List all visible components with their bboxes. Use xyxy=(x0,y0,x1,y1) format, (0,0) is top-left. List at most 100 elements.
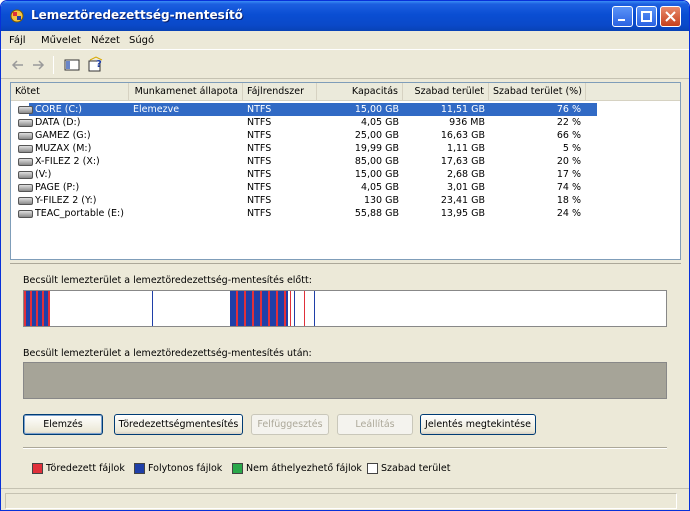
pause-button[interactable]: Felfüggesztés xyxy=(251,414,329,435)
volume-free-percent: 76 % xyxy=(556,104,581,115)
volume-status xyxy=(133,142,243,155)
status-bar xyxy=(1,488,689,510)
col-volume[interactable]: Kötet xyxy=(11,83,129,101)
volume-row[interactable]: MUZAX (M:) NTFS 19,99 GB 1,11 GB 5 % xyxy=(11,142,680,155)
unmovable-legend-swatch xyxy=(232,463,243,474)
show-hide-console-tree-icon[interactable] xyxy=(63,56,81,74)
volume-free-percent: 24 % xyxy=(556,208,581,219)
before-label: Becsült lemezterület a lemeztöredezettsé… xyxy=(23,275,312,286)
volume-name: X-FILEZ 2 (X:) xyxy=(35,156,100,167)
fragment-stripe xyxy=(286,291,288,326)
volume-free-percent: 74 % xyxy=(556,182,581,193)
volume-name: GAMEZ (G:) xyxy=(35,130,91,141)
volume-capacity: 15,00 GB xyxy=(354,169,399,180)
free-space-legend-swatch xyxy=(367,463,378,474)
toolbar-separator xyxy=(53,56,54,74)
col-filesystem[interactable]: Fájlrendszer xyxy=(243,83,317,101)
before-fragmentation-bar xyxy=(23,290,667,327)
contiguous-legend-label: Folytonos fájlok xyxy=(148,463,223,474)
volume-name: CORE (C:) xyxy=(35,104,82,115)
back-arrow-icon[interactable] xyxy=(9,56,27,74)
volume-capacity: 55,88 GB xyxy=(354,208,399,219)
volume-status xyxy=(133,168,243,181)
forward-arrow-icon[interactable] xyxy=(29,56,47,74)
volume-filesystem: NTFS xyxy=(247,169,272,180)
defrag-app-icon xyxy=(10,9,24,23)
volume-status xyxy=(133,207,243,220)
volume-name: (V:) xyxy=(35,169,52,180)
volume-free-space: 13,95 GB xyxy=(440,208,485,219)
volume-status xyxy=(133,129,243,142)
col-free-percent[interactable]: Szabad terület (%) xyxy=(489,83,586,101)
volume-filesystem: NTFS xyxy=(247,208,272,219)
fragment-stripe xyxy=(290,291,291,326)
volume-row[interactable]: X-FILEZ 2 (X:) NTFS 85,00 GB 17,63 GB 20 % xyxy=(11,155,680,168)
drive-icon xyxy=(18,106,33,114)
volume-free-percent: 20 % xyxy=(556,156,581,167)
fragment-stripe xyxy=(48,291,50,326)
volume-capacity: 4,05 GB xyxy=(360,117,399,128)
menu-view[interactable]: Nézet xyxy=(91,35,120,46)
menu-file[interactable]: Fájl xyxy=(9,35,26,46)
unmovable-legend-label: Nem áthelyezhető fájlok xyxy=(246,463,362,474)
volume-row[interactable]: GAMEZ (G:) NTFS 25,00 GB 16,63 GB 66 % xyxy=(11,129,680,142)
volume-status xyxy=(133,194,243,207)
drive-icon xyxy=(18,145,33,153)
fragment-stripe xyxy=(304,291,305,326)
volume-name: PAGE (P:) xyxy=(35,182,80,193)
volume-row[interactable]: CORE (C:) Elemezve NTFS 15,00 GB 11,51 GB 76 … xyxy=(11,103,680,116)
fragmented-legend-swatch xyxy=(32,463,43,474)
volume-capacity: 25,00 GB xyxy=(354,130,399,141)
volume-free-space: 11,51 GB xyxy=(440,104,485,115)
volume-list-header: Kötet Munkamenet állapota Fájlrendszer K… xyxy=(11,83,680,101)
fragment-stripe xyxy=(152,291,153,326)
volume-row[interactable]: DATA (D:) NTFS 4,05 GB 936 MB 22 % xyxy=(11,116,680,129)
toolbar: ? xyxy=(1,51,689,79)
col-session-status[interactable]: Munkamenet állapota xyxy=(129,83,243,101)
legend-separator xyxy=(23,447,667,449)
view-report-button[interactable]: Jelentés megtekintése xyxy=(420,414,536,435)
volume-filesystem: NTFS xyxy=(247,195,272,206)
volume-list[interactable]: Kötet Munkamenet állapota Fájlrendszer K… xyxy=(10,82,681,260)
menu-bar: Fájl Művelet Nézet Súgó xyxy=(1,32,689,50)
volume-filesystem: NTFS xyxy=(247,104,272,115)
volume-free-space: 23,41 GB xyxy=(440,195,485,206)
drive-icon xyxy=(18,210,33,218)
analyze-button[interactable]: Elemzés xyxy=(23,414,103,435)
volume-free-space: 2,68 GB xyxy=(446,169,485,180)
after-fragmentation-bar xyxy=(23,362,667,399)
volume-name: DATA (D:) xyxy=(35,117,81,128)
menu-action[interactable]: Művelet xyxy=(41,35,81,46)
menu-help[interactable]: Súgó xyxy=(129,35,154,46)
title-bar[interactable]: Lemeztöredezettség-mentesítő xyxy=(1,1,689,31)
help-properties-icon[interactable]: ? xyxy=(87,56,105,74)
volume-status xyxy=(133,181,243,194)
stop-button[interactable]: Leállítás xyxy=(337,414,413,435)
volume-free-space: 3,01 GB xyxy=(446,182,485,193)
volume-free-percent: 5 % xyxy=(562,143,581,154)
volume-filesystem: NTFS xyxy=(247,182,272,193)
col-capacity[interactable]: Kapacitás xyxy=(317,83,403,101)
defragment-button[interactable]: Töredezettségmentesítés xyxy=(114,414,243,435)
volume-name: TEAC_portable (E:) xyxy=(35,208,124,219)
volume-status xyxy=(133,155,243,168)
defrag-window: Lemeztöredezettség-mentesítő Fájl Művele… xyxy=(0,0,690,511)
volume-row[interactable]: Y-FILEZ 2 (Y:) NTFS 130 GB 23,41 GB 18 % xyxy=(11,194,680,207)
volume-row[interactable]: (V:) NTFS 15,00 GB 2,68 GB 17 % xyxy=(11,168,680,181)
fragment-stripe xyxy=(314,291,315,326)
maximize-button[interactable] xyxy=(636,6,657,27)
volume-free-space: 16,63 GB xyxy=(440,130,485,141)
volume-row[interactable]: TEAC_portable (E:) NTFS 55,88 GB 13,95 GB 24… xyxy=(11,207,680,220)
col-free-space[interactable]: Szabad terület xyxy=(403,83,489,101)
close-button[interactable] xyxy=(660,6,681,27)
minimize-button[interactable] xyxy=(612,6,633,27)
volume-capacity: 15,00 GB xyxy=(354,104,399,115)
drive-icon xyxy=(18,184,33,192)
window-title: Lemeztöredezettség-mentesítő xyxy=(31,8,243,22)
volume-free-space: 17,63 GB xyxy=(440,156,485,167)
free-space-legend-label: Szabad terület xyxy=(381,463,451,474)
drive-icon xyxy=(18,197,33,205)
volume-capacity: 85,00 GB xyxy=(354,156,399,167)
volume-row[interactable]: PAGE (P:) NTFS 4,05 GB 3,01 GB 74 % xyxy=(11,181,680,194)
volume-capacity: 130 GB xyxy=(363,195,399,206)
